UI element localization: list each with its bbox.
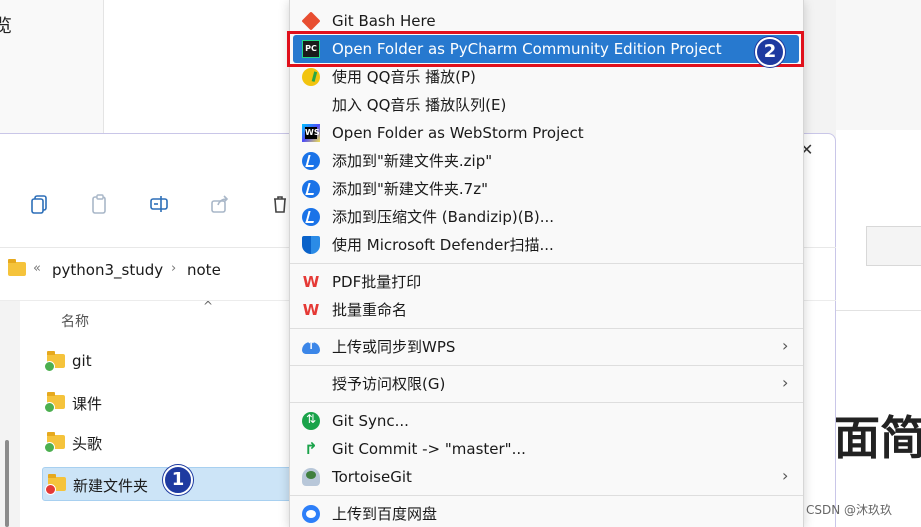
menu-item-git-sync[interactable]: Git Sync... — [290, 407, 803, 435]
breadcrumb-note[interactable]: note — [187, 261, 221, 279]
menu-item-tortoisegit[interactable]: TortoiseGit › — [290, 463, 803, 491]
menu-item-pdf-batch-print[interactable]: W PDF批量打印 — [290, 268, 803, 296]
menu-separator — [290, 263, 803, 264]
screenshot-stage: 览 面简 ✕ « python3_study › note 名称 ^ git 课… — [0, 0, 921, 527]
watermark: CSDN @沐玖玖 — [806, 503, 893, 517]
file-name: 头歌 — [72, 435, 103, 453]
bandizip-icon — [302, 208, 320, 226]
background-divider — [836, 310, 921, 311]
tortoisegit-icon — [302, 468, 320, 486]
menu-item-upload-wps[interactable]: 上传或同步到WPS › — [290, 333, 803, 361]
menu-item-label: 上传或同步到WPS — [332, 338, 456, 356]
menu-item-label: 添加到压缩文件 (Bandizip)(B)... — [332, 208, 555, 226]
menu-item-add-zip[interactable]: 添加到"新建文件夹.zip" — [290, 147, 803, 175]
file-row-git[interactable]: git — [42, 345, 292, 379]
menu-item-add-archive[interactable]: 添加到压缩文件 (Bandizip)(B)... — [290, 203, 803, 231]
paste-icon[interactable] — [89, 193, 111, 215]
menu-item-git-commit[interactable]: ↱ Git Commit -> "master"... — [290, 435, 803, 463]
git-icon — [301, 11, 321, 31]
menu-item-qqmusic-play[interactable]: 使用 QQ音乐 播放(P) — [290, 63, 803, 91]
submenu-chevron-icon: › — [782, 373, 789, 392]
navigation-pane — [0, 301, 20, 527]
git-status-ok-icon — [44, 361, 55, 372]
bandizip-icon — [302, 152, 320, 170]
menu-item-label: 添加到"新建文件夹.7z" — [332, 180, 488, 198]
background-panel — [104, 0, 294, 133]
menu-item-open-webstorm[interactable]: WS Open Folder as WebStorm Project — [290, 119, 803, 147]
overflow-breadcrumb-icon[interactable]: « — [33, 261, 41, 276]
menu-item-label: Git Sync... — [332, 412, 409, 430]
menu-item-label: 批量重命名 — [332, 301, 408, 319]
file-row-courseware[interactable]: 课件 — [42, 386, 292, 420]
menu-item-defender-scan[interactable]: 使用 Microsoft Defender扫描... — [290, 231, 803, 259]
breadcrumb-python3-study[interactable]: python3_study — [52, 261, 163, 279]
menu-item-label: Open Folder as WebStorm Project — [332, 124, 584, 142]
wps-icon: W — [302, 273, 320, 291]
copy-icon[interactable] — [29, 193, 51, 215]
column-header-name[interactable]: 名称 — [61, 311, 89, 331]
menu-item-grant-access[interactable]: 授予访问权限(G) › — [290, 370, 803, 398]
annotation-badge-2: 2 — [755, 37, 785, 67]
sort-ascending-icon: ^ — [203, 299, 214, 313]
menu-item-label: Git Bash Here — [332, 12, 436, 30]
git-commit-icon: ↱ — [304, 439, 318, 458]
git-status-ok-icon — [44, 402, 55, 413]
background-webpage-header — [836, 0, 921, 130]
file-row-touge[interactable]: 头歌 — [42, 426, 292, 460]
context-menu: Git Bash Here PC Open Folder as PyCharm … — [289, 0, 804, 527]
annotation-badge-1: 1 — [163, 465, 193, 495]
menu-item-label: 添加到"新建文件夹.zip" — [332, 152, 493, 170]
menu-item-add-7z[interactable]: 添加到"新建文件夹.7z" — [290, 175, 803, 203]
qqmusic-icon — [302, 68, 320, 86]
menu-item-label: TortoiseGit — [332, 468, 412, 486]
background-window-left: 览 — [0, 0, 104, 133]
menu-item-label: 授予访问权限(G) — [332, 375, 446, 393]
folder-icon — [8, 259, 26, 276]
baidu-netdisk-icon — [302, 505, 320, 523]
git-status-conflict-icon — [45, 484, 56, 495]
menu-separator — [290, 365, 803, 366]
menu-separator — [290, 495, 803, 496]
background-heading: 面简 — [834, 411, 921, 465]
git-status-ok-icon — [44, 442, 55, 453]
background-text: 览 — [0, 16, 12, 37]
nav-pane-scrollbar[interactable] — [5, 440, 9, 527]
menu-item-label: 加入 QQ音乐 播放队列(E) — [332, 96, 507, 114]
share-icon[interactable] — [209, 193, 231, 215]
submenu-chevron-icon: › — [782, 336, 789, 355]
rename-icon[interactable] — [149, 193, 171, 215]
wps-cloud-icon — [302, 338, 320, 354]
file-name: 新建文件夹 — [73, 477, 149, 495]
annotation-highlight-frame — [287, 31, 804, 67]
menu-item-label: PDF批量打印 — [332, 273, 422, 291]
defender-shield-icon — [302, 236, 320, 254]
menu-separator — [290, 328, 803, 329]
menu-item-qqmusic-queue[interactable]: 加入 QQ音乐 播放队列(E) — [290, 91, 803, 119]
menu-item-label: 使用 Microsoft Defender扫描... — [332, 236, 554, 254]
menu-item-label: 上传到百度网盘 — [332, 505, 438, 523]
file-name: 课件 — [72, 395, 103, 413]
menu-item-label: 使用 QQ音乐 播放(P) — [332, 68, 476, 86]
webstorm-icon: WS — [302, 124, 320, 142]
wps-icon: W — [302, 301, 320, 319]
menu-separator — [290, 402, 803, 403]
background-webpage-button — [866, 226, 921, 266]
git-sync-icon — [302, 412, 320, 430]
delete-icon[interactable] — [269, 193, 291, 215]
bandizip-icon — [302, 180, 320, 198]
menu-item-batch-rename[interactable]: W 批量重命名 — [290, 296, 803, 324]
chevron-right-icon: › — [171, 261, 177, 276]
submenu-chevron-icon: › — [782, 466, 789, 485]
file-name: git — [72, 352, 92, 370]
menu-item-baidu-netdisk[interactable]: 上传到百度网盘 — [290, 500, 803, 527]
menu-item-label: Git Commit -> "master"... — [332, 440, 526, 458]
